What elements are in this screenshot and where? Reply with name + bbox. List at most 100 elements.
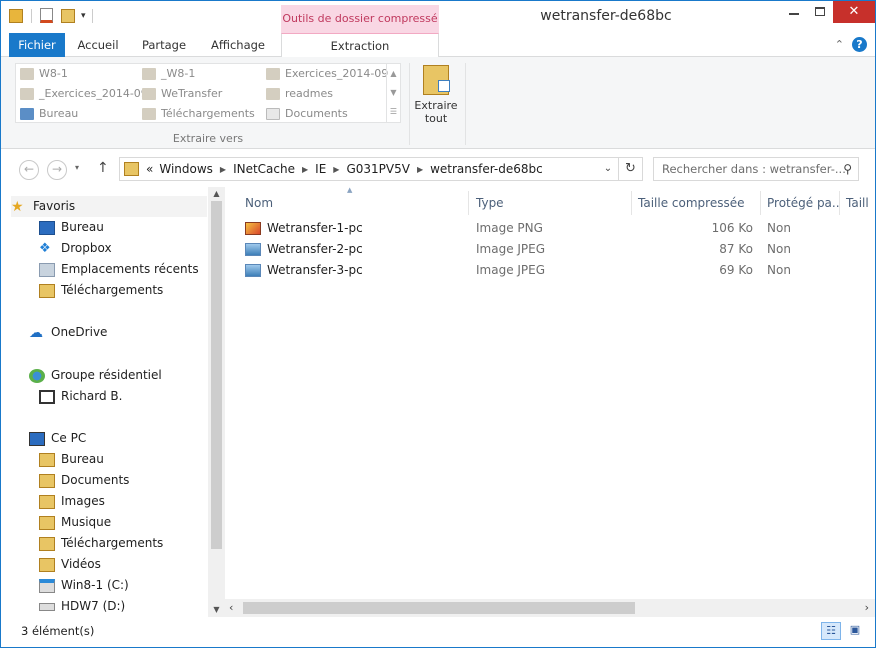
breadcrumb-windows[interactable]: Windows [156,162,216,176]
maximize-button[interactable] [807,1,833,23]
chevron-right-icon[interactable]: ▶ [216,165,230,174]
column-header-compressed-size[interactable]: Taille compressée [632,191,761,215]
nav-item-pc-downloads[interactable]: Téléchargements [39,533,163,554]
destination-item[interactable]: Exercices_2014-09 [266,64,388,84]
table-row[interactable]: Wetransfer-2-pc Image JPEG 87 Ko Non [239,239,876,260]
nav-scroll-thumb[interactable] [211,201,222,549]
destination-item[interactable]: _W8-1 [142,64,195,84]
nav-item-documents[interactable]: Documents [39,470,129,491]
documents-folder-icon [39,473,55,488]
gallery-down-icon[interactable]: ▼ [387,83,400,102]
breadcrumb-inetcache[interactable]: INetCache [230,162,298,176]
extract-all-label: Extraire [414,99,458,112]
dropbox-icon: ❖ [39,240,51,256]
destination-item[interactable]: W8-1 [20,64,68,84]
nav-item-bureau[interactable]: Bureau [39,217,104,238]
destination-item[interactable]: readmes [266,84,333,104]
chevron-right-icon[interactable]: ▶ [298,165,312,174]
help-icon[interactable]: ? [852,37,867,52]
breadcrumb-current[interactable]: wetransfer-de68bc [427,162,546,176]
nav-item-videos[interactable]: Vidéos [39,554,101,575]
nav-item-homegroup[interactable]: Groupe résidentiel [29,365,162,386]
horizontal-scrollbar[interactable]: ‹ › [225,599,875,617]
address-controls: ⌄ ↻ [598,158,642,180]
homegroup-icon [29,368,45,383]
chevron-right-icon[interactable]: ▶ [413,165,427,174]
recent-locations-icon[interactable]: ▾ [75,163,79,172]
large-icons-view-icon[interactable]: ▣ [845,622,865,640]
tab-accueil[interactable]: Accueil [67,33,129,57]
scroll-up-icon[interactable]: ▲ [208,187,225,201]
destination-item[interactable]: Documents [266,104,348,124]
back-button[interactable]: ← [19,160,39,180]
star-icon: ★ [11,198,24,215]
gallery-up-icon[interactable]: ▲ [387,64,400,83]
chevron-right-icon[interactable]: ▶ [329,165,343,174]
search-icon[interactable]: ⚲ [843,158,852,180]
documents-icon [266,108,280,120]
minimize-button[interactable] [781,1,807,23]
breadcrumb-overflow[interactable]: « [143,162,156,176]
forward-button[interactable]: → [47,160,67,180]
nav-item-dropbox[interactable]: ❖ Dropbox [39,238,112,259]
nav-item-this-pc[interactable]: Ce PC [29,428,86,449]
tab-extraction[interactable]: Extraction [281,33,439,58]
scroll-right-icon[interactable]: › [865,601,869,614]
column-header-name[interactable]: Nom [239,191,469,215]
nav-item-images[interactable]: Images [39,491,105,512]
folder-icon [266,68,280,80]
nav-item-pc-bureau[interactable]: Bureau [39,449,104,470]
nav-item-downloads[interactable]: Téléchargements [39,280,163,301]
properties-icon[interactable] [40,8,53,23]
search-input[interactable]: Rechercher dans : wetransfer-... ⚲ [653,157,859,181]
new-folder-icon[interactable] [61,8,75,23]
scroll-down-icon[interactable]: ▼ [208,603,225,617]
gallery-scrollbar[interactable]: ▲ ▼ ☰ [386,64,400,122]
destination-item[interactable]: _Exercices_2014-09 [20,84,148,104]
nav-item-favoris[interactable]: ★ Favoris [11,196,207,217]
gallery-more-icon[interactable]: ☰ [387,102,400,121]
scroll-left-icon[interactable]: ‹ [229,601,233,614]
close-button[interactable]: ✕ [833,1,875,23]
navigation-pane: ★ Favoris Bureau ❖ Dropbox Emplacements ré… [1,187,225,617]
up-arrow-icon[interactable]: ↑ [97,160,109,176]
file-size: 87 Ko [719,242,753,256]
nav-item-onedrive[interactable]: ☁ OneDrive [29,322,107,343]
chevron-down-icon[interactable]: ⌄ [598,158,618,180]
column-header-protected[interactable]: Protégé pa... [761,191,840,215]
nav-item-drive-c[interactable]: Win8-1 (C:) [39,575,129,596]
tab-fichier[interactable]: Fichier [9,33,65,57]
destination-item[interactable]: Bureau [20,104,78,124]
address-bar[interactable]: « Windows ▶ INetCache ▶ IE ▶ G031PV5V ▶ … [119,157,643,181]
breadcrumb-g031pv5v[interactable]: G031PV5V [343,162,413,176]
horizontal-scroll-thumb[interactable] [243,602,635,614]
column-header-type[interactable]: Type [470,191,632,215]
column-header-size[interactable]: Taill [840,191,875,215]
extract-all-button[interactable]: Extraire tout [411,63,461,133]
nav-item-music[interactable]: Musique [39,512,111,533]
nav-label: Vidéos [61,557,101,571]
nav-item-user[interactable]: Richard B. [39,386,122,407]
file-list: ▲ Nom Type Taille compressée Protégé pa.… [225,186,876,617]
nav-item-drive-d[interactable]: HDW7 (D:) [39,596,125,617]
nav-scrollbar[interactable]: ▲ ▼ [208,187,225,617]
nav-item-recent[interactable]: Emplacements récents [39,259,199,280]
customize-qat-icon[interactable]: ▾ [81,11,86,21]
nav-label: Favoris [33,199,76,213]
file-name-cell: Wetransfer-2-pc [245,239,363,260]
destination-item[interactable]: Téléchargements [142,104,255,124]
collapse-ribbon-icon[interactable]: ⌃ [835,38,844,51]
file-name: Wetransfer-2-pc [267,242,363,256]
details-view-icon[interactable]: ☷ [821,622,841,640]
table-row[interactable]: Wetransfer-3-pc Image JPEG 69 Ko Non [239,260,876,281]
destination-label: W8-1 [39,67,68,80]
desktop-icon [20,108,34,120]
refresh-icon[interactable]: ↻ [618,158,642,180]
destination-item[interactable]: WeTransfer [142,84,222,104]
tab-affichage[interactable]: Affichage [199,33,277,57]
folder-app-icon [9,8,23,23]
breadcrumb-ie[interactable]: IE [312,162,329,176]
png-file-icon [245,222,261,235]
table-row[interactable]: Wetransfer-1-pc Image PNG 106 Ko Non [239,218,876,239]
tab-partage[interactable]: Partage [131,33,197,57]
